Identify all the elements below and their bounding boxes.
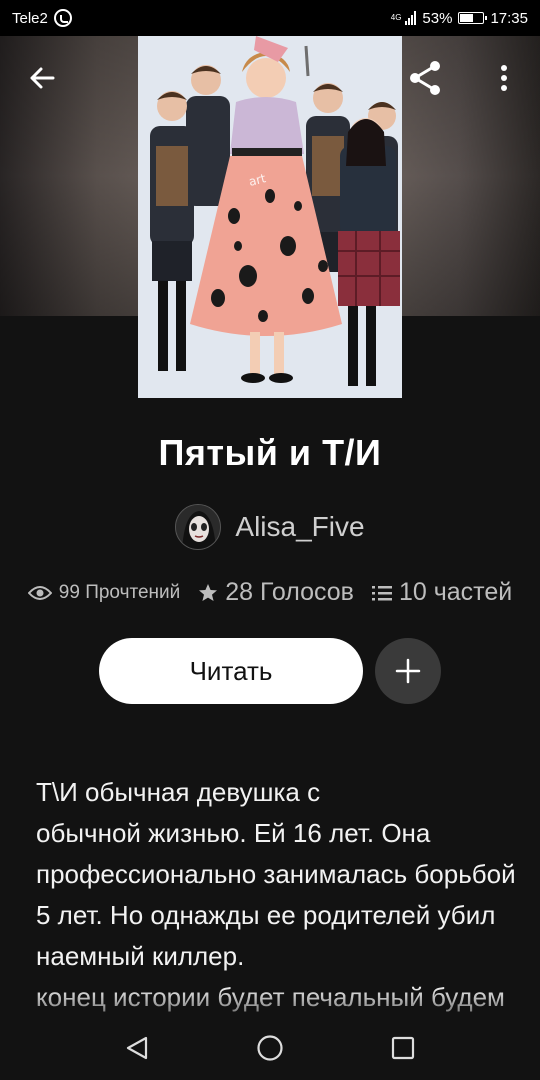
plus-icon — [395, 658, 421, 684]
square-recents-icon — [392, 1036, 415, 1060]
circle-home-icon — [257, 1035, 283, 1061]
back-button[interactable] — [20, 56, 64, 100]
bottom-fade — [0, 986, 540, 1016]
more-options-button[interactable] — [482, 56, 526, 100]
story-stats: 99 Прочтений 28 Голосов 10 частей — [0, 578, 540, 607]
list-icon — [371, 585, 392, 601]
triangle-back-icon — [126, 1036, 147, 1060]
share-icon — [410, 61, 440, 95]
reads-count: 99 Прочтений — [58, 581, 181, 603]
clock: 17:35 — [490, 9, 528, 27]
cover-illustration: art — [138, 36, 402, 398]
battery-percent: 53% — [422, 9, 453, 27]
author-row[interactable]: Alisa_Five — [0, 504, 540, 550]
author-avatar[interactable] — [175, 504, 222, 550]
description-line: наемный киллер. — [36, 941, 245, 971]
description-line: Т\И обычная девушка с — [36, 777, 321, 807]
signal-icon — [405, 11, 417, 25]
story-detail-screen: Tele2 4G 53% 17:35 art Пятый и Т/И Alisa… — [0, 0, 540, 1080]
parts-count: 10 частей — [398, 578, 513, 606]
add-to-library-button[interactable] — [375, 638, 441, 704]
stat-reads: 99 Прочтений — [27, 581, 181, 604]
status-left: Tele2 — [12, 9, 72, 27]
description-line: 5 лет. Но однажды ее родителей убил — [36, 900, 496, 930]
star-icon — [198, 583, 218, 603]
description-line: профессионально занималась борьбой — [36, 859, 516, 889]
status-bar: Tele2 4G 53% 17:35 — [0, 0, 540, 36]
system-back-button[interactable] — [112, 1023, 162, 1073]
system-home-button[interactable] — [245, 1023, 295, 1073]
share-button[interactable] — [403, 56, 447, 100]
story-title: Пятый и Т/И — [158, 432, 382, 473]
battery-icon — [458, 12, 488, 24]
status-right: 4G 53% 17:35 — [391, 10, 528, 27]
network-label: 4G — [390, 13, 402, 22]
carrier-label: Tele2 — [12, 9, 48, 27]
story-description: Т\И обычная девушка с обычной жизнью. Ей… — [36, 772, 516, 1018]
read-button[interactable]: Читать — [99, 638, 363, 704]
avatar-image — [176, 505, 221, 549]
more-vertical-icon — [501, 65, 507, 91]
story-cover-image[interactable]: art — [138, 36, 402, 398]
system-navigation-bar — [0, 1016, 540, 1080]
stat-votes: 28 Голосов — [198, 578, 354, 607]
stat-parts: 10 частей — [371, 578, 513, 607]
eye-icon — [27, 585, 52, 601]
description-line: обычной жизнью. Ей 16 лет. Она — [36, 818, 431, 848]
author-name[interactable]: Alisa_Five — [235, 511, 364, 543]
votes-count: 28 Голосов — [225, 578, 354, 606]
arrow-left-icon — [30, 67, 55, 89]
system-recents-button[interactable] — [378, 1023, 428, 1073]
viber-icon — [53, 9, 72, 27]
